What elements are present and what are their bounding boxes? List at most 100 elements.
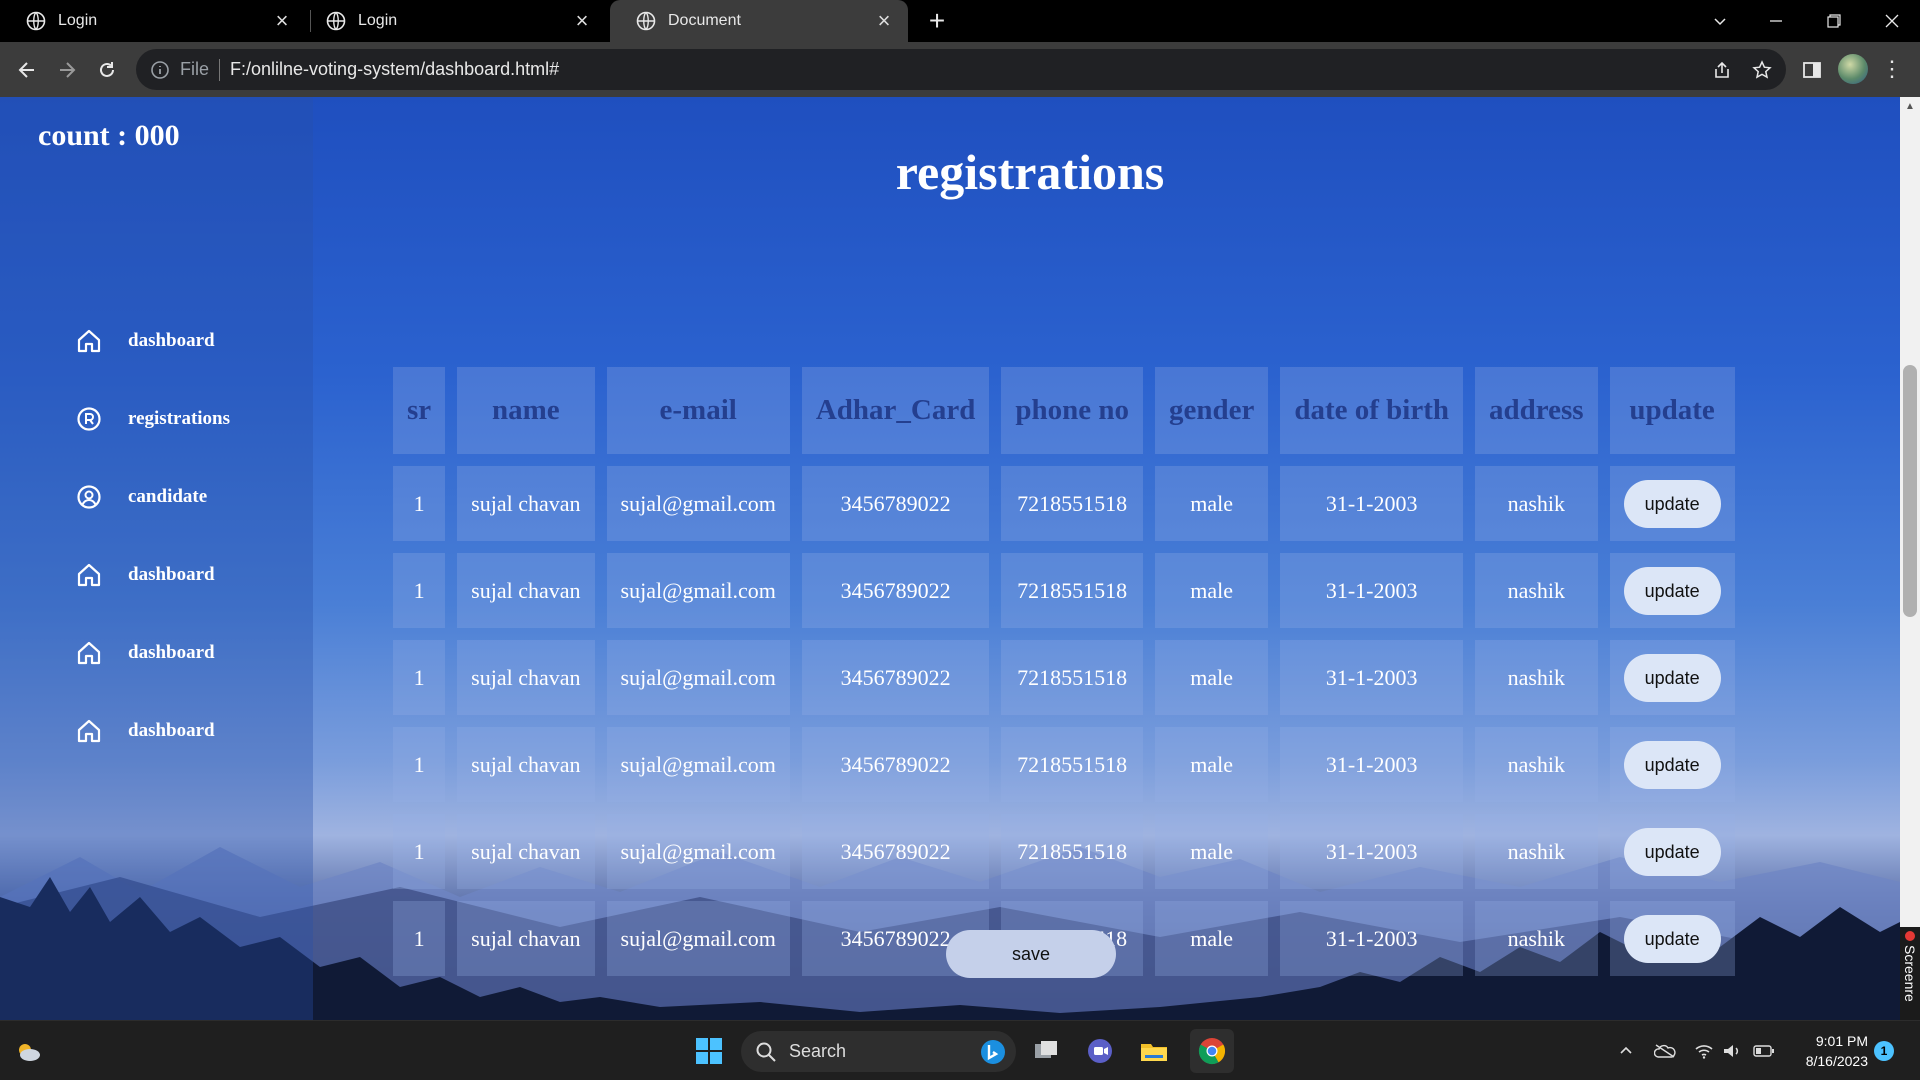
update-button[interactable]: update xyxy=(1623,740,1721,789)
phone-cell: 7218551518 xyxy=(1001,814,1143,889)
phone-cell: 7218551518 xyxy=(1001,466,1143,541)
file-explorer-icon[interactable] xyxy=(1132,1029,1176,1073)
date-of-birth-cell: 31-1-2003 xyxy=(1280,727,1464,802)
url-text[interactable]: F:/onlilne-voting-system/dashboard.html# xyxy=(230,59,559,80)
update-cell: update xyxy=(1609,553,1735,628)
sidebar-item-dashboard[interactable]: dashboard xyxy=(74,302,230,380)
weather-icon[interactable] xyxy=(6,1029,50,1073)
close-tab-icon[interactable]: × xyxy=(270,9,294,33)
tab-search-chevron-icon[interactable] xyxy=(1692,0,1748,42)
adhar-card-cell: 3456789022 xyxy=(801,553,990,628)
file-scheme-label: File xyxy=(180,59,210,79)
phone-cell: 7218551518 xyxy=(1001,553,1143,628)
onedrive-icon[interactable] xyxy=(1653,1039,1677,1063)
update-button[interactable]: update xyxy=(1623,566,1721,615)
column-header: phone no xyxy=(1001,367,1143,454)
email-cell: sujal@gmail.com xyxy=(606,466,790,541)
name-cell: sujal chavan xyxy=(457,727,595,802)
sidebar-nav: dashboard registrations candidate dashbo… xyxy=(74,302,230,770)
share-icon[interactable] xyxy=(1706,54,1738,86)
table-body: 1 sujal chavan sujal@gmail.com 3456789022 72… xyxy=(393,466,1735,976)
tab-document[interactable]: Document × xyxy=(610,0,908,42)
close-window-button[interactable] xyxy=(1864,0,1920,42)
scroll-thumb[interactable] xyxy=(1903,365,1917,617)
update-button[interactable]: update xyxy=(1623,479,1721,528)
scroll-up-arrow-icon[interactable]: ▲ xyxy=(1904,101,1916,113)
tab-login-2[interactable]: Login × xyxy=(300,0,606,42)
phone-cell: 7218551518 xyxy=(1001,640,1143,715)
email-cell: sujal@gmail.com xyxy=(606,727,790,802)
gender-cell: male xyxy=(1154,466,1269,541)
sidebar-item-dashboard[interactable]: dashboard xyxy=(74,614,230,692)
back-icon[interactable] xyxy=(11,54,43,86)
bing-icon[interactable] xyxy=(980,1039,1006,1065)
column-header: Adhar_Card xyxy=(801,367,990,454)
adhar-card-cell: 3456789022 xyxy=(801,640,990,715)
column-header: address xyxy=(1475,367,1598,454)
side-panel-icon[interactable] xyxy=(1796,54,1828,86)
sidebar-item-dashboard[interactable]: dashboard xyxy=(74,536,230,614)
globe-icon xyxy=(636,11,656,31)
address-cell: nashik xyxy=(1475,814,1598,889)
tab-login-1[interactable]: Login × xyxy=(0,0,306,42)
globe-icon xyxy=(326,11,346,31)
update-button[interactable]: update xyxy=(1623,653,1721,702)
forward-icon[interactable] xyxy=(51,54,83,86)
name-cell: sujal chavan xyxy=(457,901,595,976)
task-view-icon[interactable] xyxy=(1024,1029,1068,1073)
close-tab-icon[interactable]: × xyxy=(570,9,594,33)
screen-recorder-tab[interactable]: Screenre xyxy=(1900,927,1920,1020)
update-button[interactable]: update xyxy=(1623,827,1721,876)
sidebar-item-candidate[interactable]: candidate xyxy=(74,458,230,536)
address-cell: nashik xyxy=(1475,901,1598,976)
vote-count: count : 000 xyxy=(38,119,180,152)
chrome-icon[interactable] xyxy=(1190,1029,1234,1073)
page-scrollbar[interactable]: ▲ xyxy=(1900,97,1920,1020)
sidebar-item-dashboard[interactable]: dashboard xyxy=(74,692,230,770)
table-row: 1sujal chavansujal@gmail.com345678902272… xyxy=(393,640,1735,715)
date-of-birth-cell: 31-1-2003 xyxy=(1280,640,1464,715)
teams-chat-icon[interactable] xyxy=(1078,1029,1122,1073)
volume-icon[interactable] xyxy=(1720,1039,1744,1063)
wifi-icon[interactable] xyxy=(1692,1039,1716,1063)
sidebar-item-label: dashboard xyxy=(128,330,215,351)
sr-cell: 1 xyxy=(393,814,446,889)
battery-icon[interactable] xyxy=(1752,1039,1776,1063)
adhar-card-cell: 3456789022 xyxy=(801,727,990,802)
restore-button[interactable] xyxy=(1806,0,1862,42)
windows-start-icon[interactable] xyxy=(687,1029,731,1073)
reload-icon[interactable] xyxy=(91,54,123,86)
column-header: update xyxy=(1609,367,1735,454)
tab-title: Login xyxy=(358,12,398,29)
home-icon xyxy=(74,716,104,746)
tab-title: Document xyxy=(668,12,741,29)
gender-cell: male xyxy=(1154,727,1269,802)
update-cell: update xyxy=(1609,466,1735,541)
taskbar-search-box[interactable]: Search xyxy=(741,1031,1016,1072)
notification-badge[interactable]: 1 xyxy=(1874,1041,1894,1061)
close-tab-icon[interactable]: × xyxy=(872,9,896,33)
screen-recorder-label: Screenre xyxy=(1902,945,1918,1002)
column-header: gender xyxy=(1154,367,1269,454)
address-cell: nashik xyxy=(1475,553,1598,628)
gender-cell: male xyxy=(1154,901,1269,976)
sidebar-item-registrations[interactable]: registrations xyxy=(74,380,230,458)
chevron-up-icon[interactable] xyxy=(1614,1039,1638,1063)
update-button[interactable]: update xyxy=(1623,914,1721,963)
bookmark-star-icon[interactable] xyxy=(1746,54,1778,86)
adhar-card-cell: 3456789022 xyxy=(801,466,990,541)
column-header: name xyxy=(457,367,595,454)
save-button[interactable]: save xyxy=(946,930,1116,978)
address-cell: nashik xyxy=(1475,727,1598,802)
profile-avatar[interactable] xyxy=(1838,54,1868,84)
gender-cell: male xyxy=(1154,640,1269,715)
registered-icon xyxy=(74,404,104,434)
email-cell: sujal@gmail.com xyxy=(606,901,790,976)
system-clock[interactable]: 9:01 PM 8/16/2023 xyxy=(1790,1031,1868,1071)
new-tab-button[interactable]: + xyxy=(922,6,952,36)
more-menu-icon[interactable]: ⋮ xyxy=(1880,54,1904,86)
address-bar[interactable]: File F:/onlilne-voting-system/dashboard.… xyxy=(136,49,1786,90)
minimize-button[interactable] xyxy=(1748,0,1804,42)
info-icon[interactable] xyxy=(150,60,170,80)
sidebar: count : 000 dashboard registrations cand… xyxy=(0,97,313,1020)
